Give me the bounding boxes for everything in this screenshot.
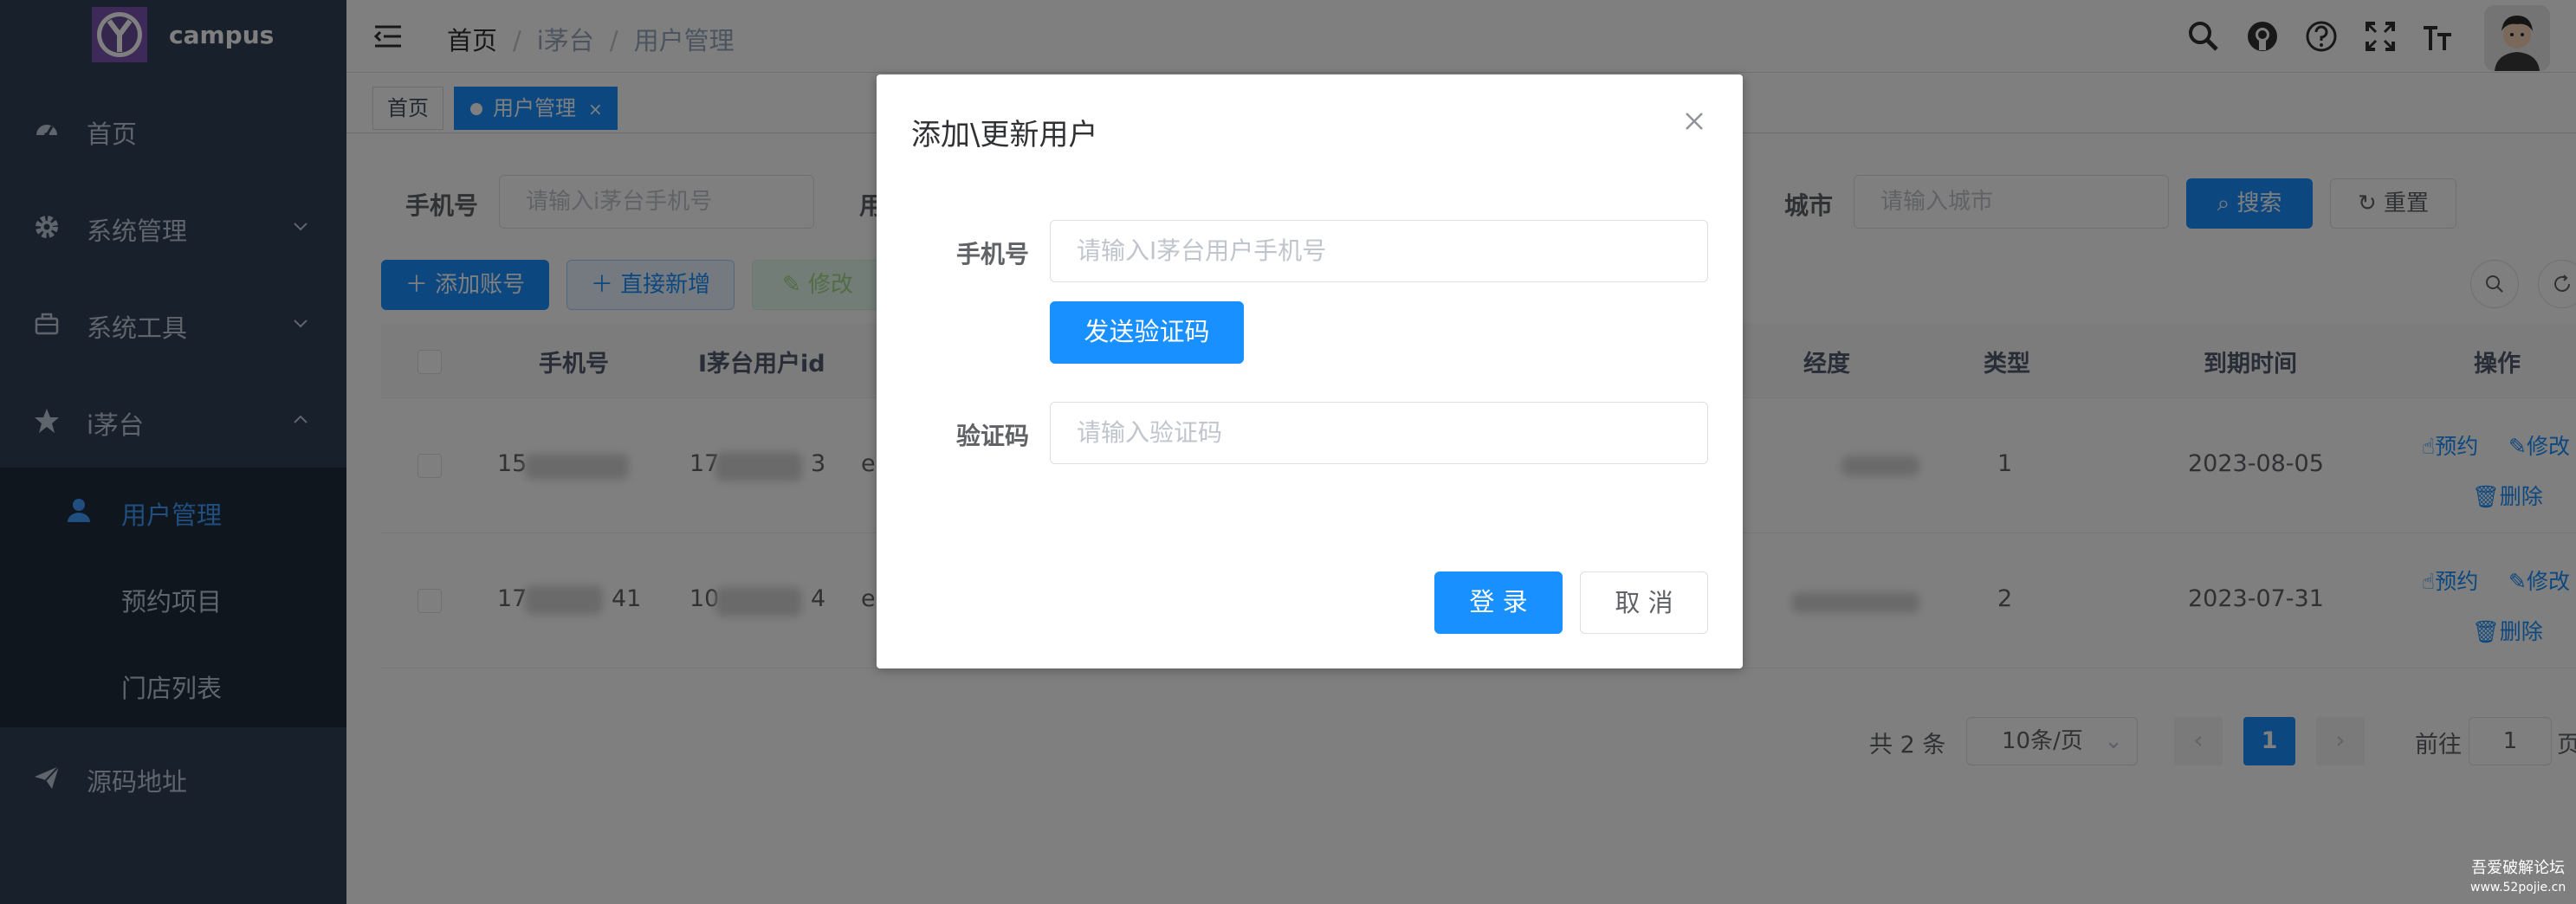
cancel-button[interactable]: 取 消 bbox=[1580, 571, 1708, 634]
send-code-button[interactable]: 发送验证码 bbox=[1050, 301, 1244, 364]
phone-input[interactable]: 请输入I茅台用户手机号 bbox=[1050, 220, 1708, 282]
dialog-title: 添加\更新用户 bbox=[911, 118, 1098, 152]
close-icon[interactable] bbox=[1682, 109, 1706, 133]
watermark-url: www.52pojie.cn bbox=[2470, 881, 2566, 894]
code-label: 验证码 bbox=[956, 422, 1030, 450]
add-update-user-dialog: 添加\更新用户 手机号 请输入I茅台用户手机号 发送验证码 验证码 请输入验证码… bbox=[877, 74, 1743, 668]
code-input[interactable]: 请输入验证码 bbox=[1050, 402, 1708, 464]
watermark: 吾爱破解论坛 www.52pojie.cn bbox=[2470, 859, 2566, 897]
watermark-text: 吾爱破解论坛 bbox=[2471, 859, 2566, 877]
phone-label: 手机号 bbox=[956, 240, 1030, 268]
login-button[interactable]: 登 录 bbox=[1434, 571, 1563, 634]
